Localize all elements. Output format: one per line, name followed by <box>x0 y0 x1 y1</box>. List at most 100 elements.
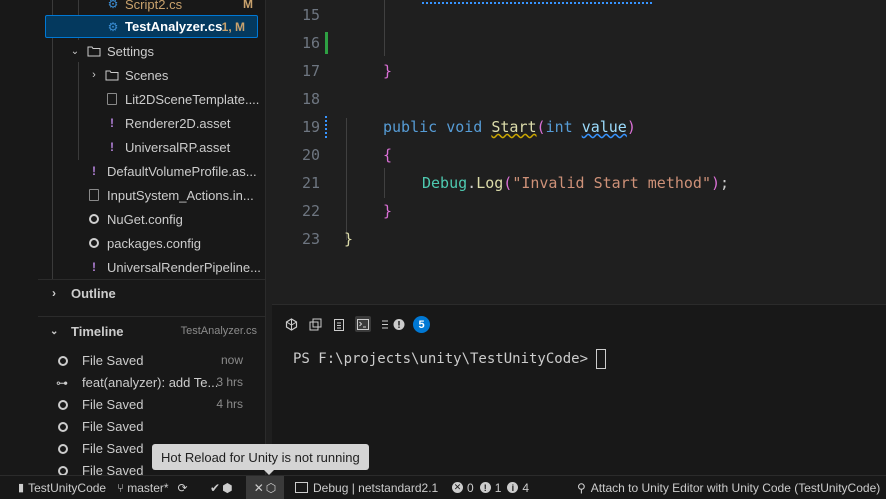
tree-item-label: NuGet.config <box>107 211 183 227</box>
unity-icon[interactable] <box>284 317 298 331</box>
code-token: } <box>383 202 393 220</box>
timeline-entry-label: File Saved <box>82 441 144 456</box>
git-decoration: 1, M <box>221 19 245 34</box>
outline-section-header[interactable]: › Outline <box>38 280 265 306</box>
code-token: void <box>446 118 483 136</box>
line-number: 15 <box>301 6 320 24</box>
copy-icon[interactable] <box>308 317 322 331</box>
tree-item-label: Settings <box>107 43 154 59</box>
unity-icon: ⬢ <box>222 480 233 495</box>
build-config-label: Debug | netstandard2.1 <box>313 480 439 495</box>
circle-icon <box>58 444 68 454</box>
code-token: Start <box>491 118 537 136</box>
divider <box>38 316 265 317</box>
terminal-cursor <box>596 349 607 369</box>
code-token: ) <box>626 118 636 136</box>
code-line-19: public void Start(int value) <box>383 118 636 136</box>
code-token: Log <box>476 174 504 192</box>
circle-icon <box>58 422 68 432</box>
attach-debugger-item[interactable]: ⚲ Attach to Unity Editor with Unity Code… <box>577 476 880 499</box>
tree-item-defaultvolumeprofile[interactable]: ! DefaultVolumeProfile.as... <box>38 159 265 183</box>
branch-status-item[interactable]: ⑂ master* ⟳ <box>117 476 188 499</box>
code-editor[interactable]: 15 16 17 18 19 20 21 22 23 } public void… <box>272 0 886 296</box>
code-token: int <box>545 118 573 136</box>
chevron-down-icon: ⌄ <box>70 45 80 57</box>
tree-item-label: Scenes <box>125 67 169 83</box>
code-token: } <box>344 230 354 248</box>
code-token: ( <box>503 174 513 192</box>
code-line-21: Debug.Log("Invalid Start method"); <box>422 174 729 192</box>
folder-open-icon <box>87 44 101 58</box>
folder-closed-icon <box>105 68 119 82</box>
tree-item-testanalyzer[interactable]: ⚙ TestAnalyzer.cs 1, M <box>45 15 258 38</box>
code-line-22: } <box>383 202 392 220</box>
timeline-entry[interactable]: File Saved now <box>38 350 265 372</box>
notification-badge: 5 <box>413 316 430 333</box>
code-token: { <box>383 146 393 164</box>
line-number: 17 <box>301 62 320 80</box>
timeline-entry[interactable]: File Saved <box>38 416 265 438</box>
terminal-prompt: PS F:\projects\unity\TestUnityCode> <box>293 351 597 367</box>
git-modified-marker <box>325 116 329 138</box>
timeline-entry[interactable]: File Saved 4 hrs <box>38 394 265 416</box>
tree-item-universalrp[interactable]: ! UniversalRP.asset <box>38 135 265 159</box>
warning-icon: ! <box>479 482 491 493</box>
chevron-right-icon: › <box>52 286 56 300</box>
csharp-file-icon: ⚙ <box>107 0 119 11</box>
terminal-output[interactable]: PS F:\projects\unity\TestUnityCode> <box>293 349 607 369</box>
code-token: Debug <box>422 174 468 192</box>
problems-icon[interactable] <box>381 317 407 331</box>
git-decoration: M <box>243 0 253 11</box>
indent-guide <box>384 0 385 56</box>
tree-item-nuget-config[interactable]: NuGet.config <box>38 207 265 231</box>
code-token: } <box>383 62 393 80</box>
line-number: 21 <box>301 174 320 192</box>
file-icon <box>87 188 101 202</box>
chevron-right-icon: › <box>92 69 96 81</box>
tree-item-universalrenderpipeline[interactable]: ! UniversalRenderPipeline... <box>38 255 265 279</box>
timeline-entry[interactable]: ⊶ feat(analyzer): add Te... 3 hrs <box>38 372 265 394</box>
exclamation-icon: ! <box>110 116 114 130</box>
tree-item-label: Lit2DSceneTemplate.... <box>125 91 260 107</box>
clipboard-icon[interactable] <box>332 317 346 331</box>
sync-icon: ⟳ <box>177 480 188 495</box>
tree-item-script2[interactable]: ⚙ Script2.cs M <box>38 0 265 16</box>
file-icon <box>105 92 119 106</box>
window-icon <box>295 482 308 493</box>
tree-item-lit2dscenetemplate[interactable]: Lit2DSceneTemplate.... <box>38 87 265 111</box>
project-status-item[interactable]: ▮ TestUnityCode <box>18 476 106 499</box>
build-config-item[interactable]: Debug | netstandard2.1 <box>295 476 438 499</box>
tree-item-label: DefaultVolumeProfile.as... <box>107 163 257 179</box>
book-icon: ▮ <box>18 482 25 494</box>
check-icon: ✔ <box>210 480 221 495</box>
tree-item-packages-config[interactable]: packages.config <box>38 231 265 255</box>
code-line-23: } <box>344 230 353 248</box>
tree-item-label: Script2.cs <box>125 0 183 12</box>
git-branch-icon: ⑂ <box>117 480 125 495</box>
timeline-section-header[interactable]: ⌄ Timeline TestAnalyzer.cs <box>38 318 265 344</box>
terminal-icon[interactable] <box>355 316 371 332</box>
unity-status-item[interactable]: ✔ ⬢ <box>210 476 233 499</box>
info-count: 4 <box>522 480 530 495</box>
close-icon: ✕ <box>253 480 264 495</box>
problems-status-item[interactable]: ✕ 0 ! 1 i 4 <box>452 476 529 499</box>
circle-icon <box>58 400 68 410</box>
tree-item-settings[interactable]: ⌄ Settings <box>38 39 265 63</box>
timeline-entry-time: 3 hrs <box>216 375 243 389</box>
attach-label: Attach to Unity Editor with Unity Code (… <box>590 480 881 495</box>
csharp-file-icon: ⚙ <box>107 19 119 34</box>
code-token: public <box>383 118 438 136</box>
git-commit-icon: ⊶ <box>56 376 68 390</box>
tree-item-scenes[interactable]: › Scenes <box>38 63 265 87</box>
explorer-sidebar: ⚙ Script2.cs M ⚙ TestAnalyzer.cs 1, M ⌄ … <box>38 0 266 475</box>
tree-item-label: packages.config <box>107 235 201 251</box>
tree-item-inputsystem-actions[interactable]: InputSystem_Actions.in... <box>38 183 265 207</box>
timeline-entry-time: now <box>220 353 243 367</box>
hot-reload-status-item[interactable]: ✕ ⬡ <box>246 476 284 499</box>
circle-icon <box>58 356 68 366</box>
tree-item-renderer2d[interactable]: ! Renderer2D.asset <box>38 111 265 135</box>
tree-item-label: Renderer2D.asset <box>125 115 231 131</box>
tree-item-label: UniversalRenderPipeline... <box>107 259 261 275</box>
timeline-entry-label: File Saved <box>82 419 144 434</box>
warning-squiggle <box>422 0 652 4</box>
